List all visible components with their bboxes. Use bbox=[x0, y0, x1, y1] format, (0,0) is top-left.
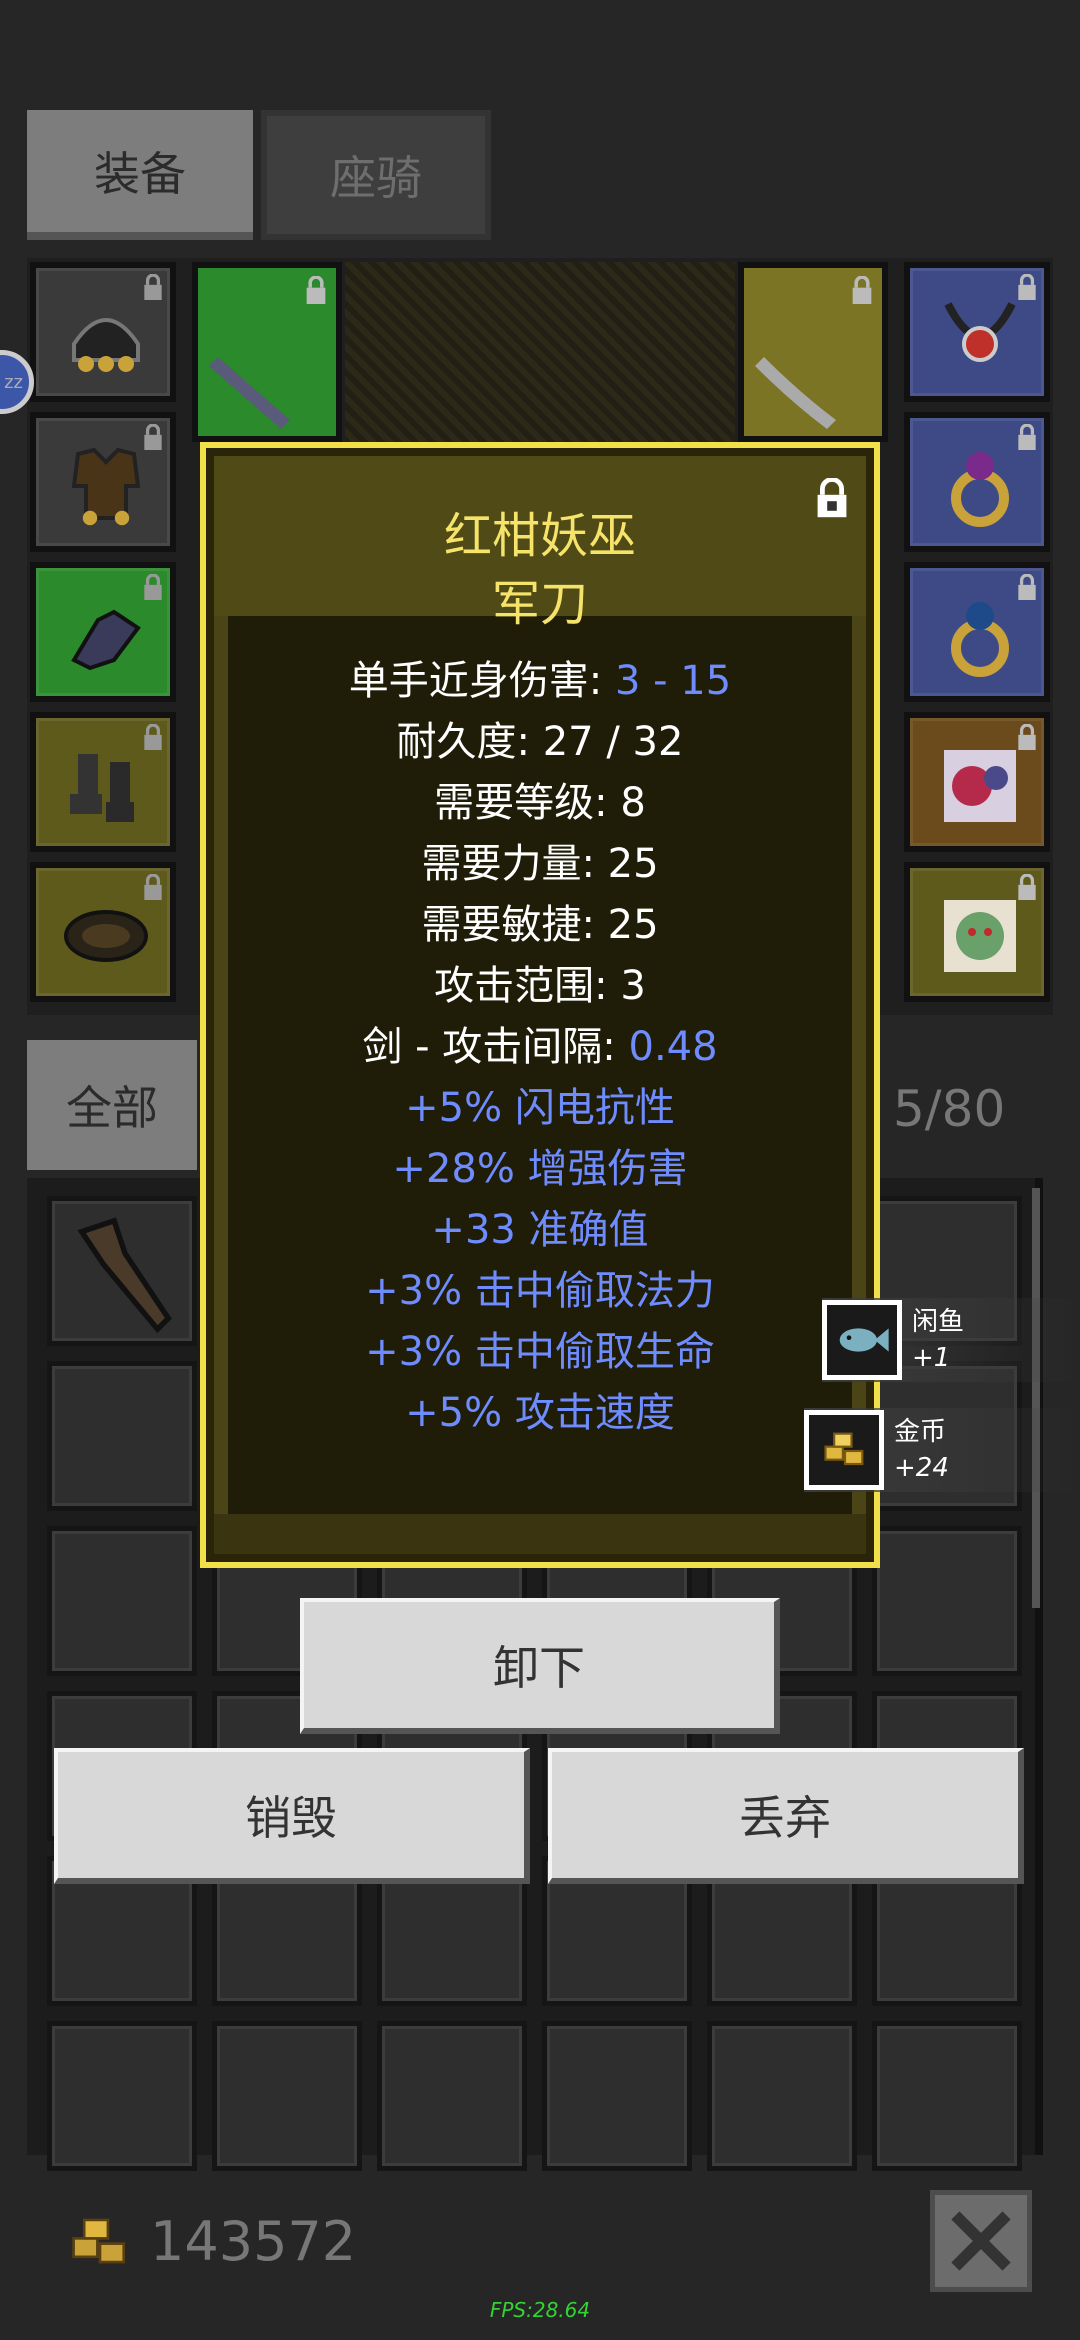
creature-card-icon bbox=[944, 900, 1016, 972]
lock-icon bbox=[144, 574, 162, 600]
slot-ring-1[interactable] bbox=[904, 412, 1050, 552]
slot-pet-1[interactable] bbox=[904, 712, 1050, 852]
lock-icon bbox=[1018, 424, 1036, 450]
armor-icon bbox=[71, 447, 141, 526]
slot-helmet[interactable] bbox=[30, 262, 176, 402]
lock-icon bbox=[1018, 874, 1036, 900]
destroy-button[interactable]: 销毁 bbox=[54, 1748, 530, 1884]
loot-name: 金币 bbox=[894, 1417, 947, 1447]
stat-required-strength: 需要力量: 25 bbox=[421, 841, 659, 887]
belt-icon bbox=[64, 910, 148, 962]
item-name: 红柑妖巫 bbox=[443, 508, 636, 564]
lock-icon bbox=[306, 276, 326, 304]
stat-attack-interval: 剑 - 攻击间隔: 0.48 bbox=[362, 1024, 718, 1070]
affix: +5% 攻击速度 bbox=[405, 1390, 675, 1436]
tab-equipment[interactable]: 装备 bbox=[27, 110, 253, 240]
inventory-scrollbar[interactable] bbox=[1032, 1188, 1040, 1608]
inventory-slot[interactable] bbox=[872, 1526, 1022, 1676]
amulet-icon bbox=[944, 302, 1016, 362]
sword-icon bbox=[209, 357, 290, 429]
gold-amount: 143572 bbox=[150, 2210, 357, 2273]
discard-button[interactable]: 丢弃 bbox=[548, 1748, 1024, 1884]
stat-attack-range: 攻击范围: 3 bbox=[434, 963, 646, 1009]
slot-pet-2[interactable] bbox=[904, 862, 1050, 1002]
stat-required-level: 需要等级: 8 bbox=[434, 780, 646, 826]
bag-capacity: 5/80 bbox=[893, 1080, 1006, 1138]
inventory-slot[interactable] bbox=[47, 1526, 197, 1676]
slot-off-hand[interactable] bbox=[738, 262, 888, 442]
tab-mount[interactable]: 座骑 bbox=[261, 110, 491, 240]
boots-icon bbox=[70, 754, 134, 822]
mace-icon[interactable] bbox=[60, 1210, 190, 1340]
loot-notification: 闲鱼 +1 bbox=[822, 1298, 1080, 1382]
affix: +3% 击中偷取法力 bbox=[365, 1268, 715, 1314]
saber-icon bbox=[755, 357, 836, 429]
close-button[interactable] bbox=[930, 2190, 1032, 2292]
inventory-slot[interactable] bbox=[707, 2021, 857, 2171]
slot-amulet[interactable] bbox=[904, 262, 1050, 402]
loot-name: 闲鱼 bbox=[912, 1307, 965, 1337]
lock-icon bbox=[852, 276, 872, 304]
slot-ring-2[interactable] bbox=[904, 562, 1050, 702]
gold-coins-icon bbox=[804, 1410, 884, 1490]
lock-icon bbox=[144, 724, 162, 750]
inventory-slot[interactable] bbox=[542, 2021, 692, 2171]
loot-count: +1 bbox=[912, 1343, 951, 1373]
lock-icon bbox=[144, 424, 162, 450]
item-detail-popup: 红柑妖巫 军刀 单手近身伤害: 3 - 15 耐久度: 27 / 32 需要等级… bbox=[200, 442, 880, 1568]
inventory-slot[interactable] bbox=[377, 2021, 527, 2171]
slot-boots[interactable] bbox=[30, 712, 176, 852]
gloves-icon bbox=[71, 609, 141, 671]
lock-icon bbox=[1018, 724, 1036, 750]
stat-durability: 耐久度: 27 / 32 bbox=[396, 719, 684, 765]
close-icon bbox=[951, 2211, 1011, 2271]
lock-icon bbox=[1018, 574, 1036, 600]
loot-count: +24 bbox=[894, 1453, 949, 1483]
ring-icon bbox=[951, 602, 1009, 677]
lock-icon bbox=[144, 874, 162, 900]
lock-icon bbox=[144, 274, 162, 300]
affix: +28% 增强伤害 bbox=[392, 1146, 688, 1192]
inventory-slot[interactable] bbox=[47, 2021, 197, 2171]
affix: +3% 击中偷取生命 bbox=[365, 1329, 715, 1375]
creature-card-icon bbox=[944, 750, 1016, 822]
inventory-slot[interactable] bbox=[212, 2021, 362, 2171]
lock-icon bbox=[1018, 274, 1036, 300]
loot-notification: 金币 +24 bbox=[804, 1408, 1080, 1492]
filter-all-button[interactable]: 全部 bbox=[27, 1040, 197, 1170]
ring-icon bbox=[951, 452, 1009, 527]
helmet-icon bbox=[72, 318, 140, 372]
slot-gloves[interactable] bbox=[30, 562, 176, 702]
affix: +5% 闪电抗性 bbox=[405, 1085, 675, 1131]
gold-coins-icon bbox=[72, 2218, 126, 2264]
slot-main-hand[interactable] bbox=[192, 262, 342, 442]
inventory-slot[interactable] bbox=[872, 2021, 1022, 2171]
unequip-button[interactable]: 卸下 bbox=[300, 1598, 780, 1734]
item-type: 军刀 bbox=[491, 576, 588, 632]
popup-footer bbox=[214, 1514, 866, 1554]
stat-damage: 单手近身伤害: 3 - 15 bbox=[348, 658, 732, 704]
affix: +33 准确值 bbox=[431, 1207, 649, 1253]
slot-belt[interactable] bbox=[30, 862, 176, 1002]
stat-required-dexterity: 需要敏捷: 25 bbox=[421, 902, 659, 948]
inventory-slot[interactable] bbox=[47, 1361, 197, 1511]
lock-toggle-icon[interactable] bbox=[816, 478, 848, 518]
slot-armor[interactable] bbox=[30, 412, 176, 552]
fps-counter: FPS:28.64 bbox=[489, 2298, 591, 2322]
fish-icon bbox=[822, 1300, 902, 1380]
